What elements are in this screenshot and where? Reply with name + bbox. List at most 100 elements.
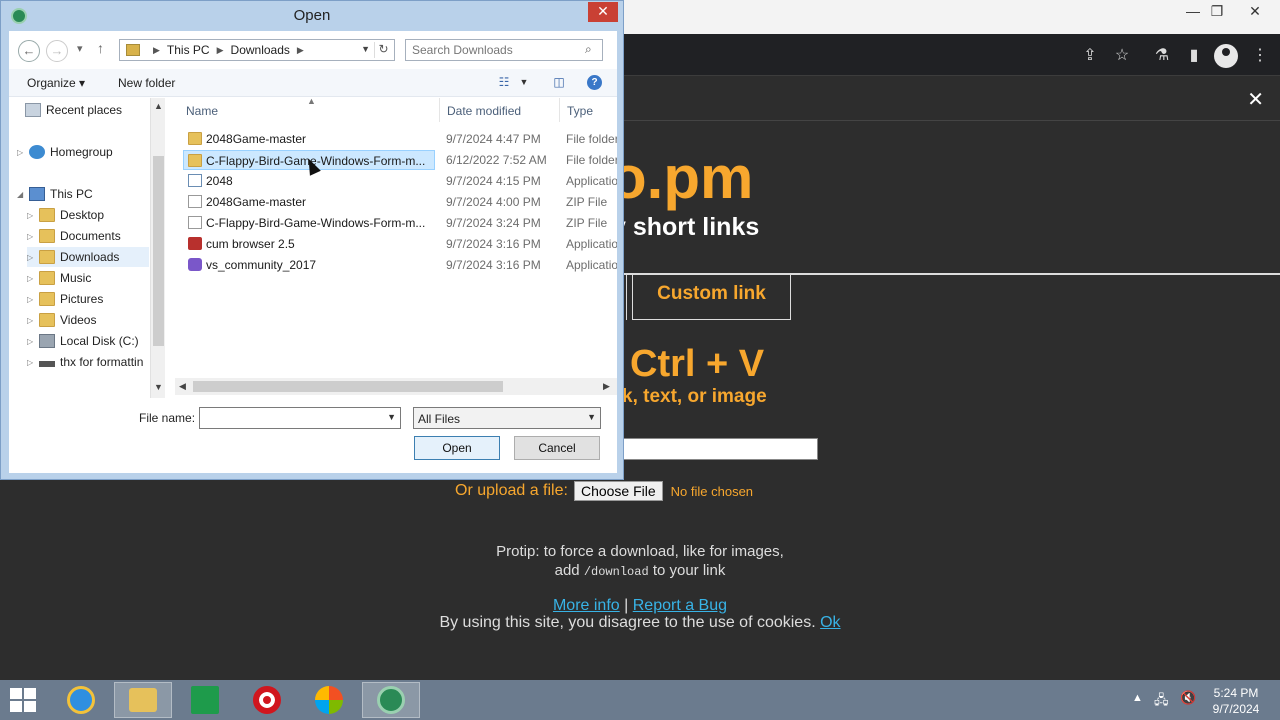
report-bug-link[interactable]: Report a Bug	[633, 597, 727, 614]
file-date: 9/7/2024 4:00 PM	[446, 195, 541, 209]
internet-explorer-icon[interactable]	[52, 682, 110, 718]
nav-item-pictures[interactable]: ▷ Pictures	[27, 289, 103, 309]
preview-pane-icon[interactable]: ◫	[550, 75, 568, 91]
nav-scrollbar[interactable]: ▲ ▼	[150, 98, 165, 398]
help-icon[interactable]: ?	[587, 75, 602, 90]
close-button[interactable]: ✕	[1238, 0, 1272, 24]
nav-item-desktop[interactable]: ▷ Desktop	[27, 205, 104, 225]
column-divider[interactable]	[559, 98, 560, 122]
chevron-down-icon[interactable]: ▼	[361, 44, 370, 54]
nav-item-local-disk[interactable]: ▷ Local Disk (C:)	[27, 331, 139, 351]
nav-item-videos[interactable]: ▷ Videos	[27, 310, 96, 330]
share-icon[interactable]: ⇪	[1078, 44, 1102, 68]
open-button[interactable]: Open	[414, 436, 500, 460]
windows-start-icon[interactable]	[10, 688, 38, 714]
windows-live-icon[interactable]	[300, 682, 358, 718]
chevron-right-icon: ▶	[216, 44, 224, 55]
dialog-close-button[interactable]: ✕	[588, 2, 618, 22]
system-clock[interactable]: 5:24 PM 9/7/2024	[1206, 685, 1266, 717]
cancel-button[interactable]: Cancel	[514, 436, 600, 460]
column-divider[interactable]	[439, 98, 440, 122]
expand-arrow-icon[interactable]: ▷	[17, 148, 29, 157]
breadcrumb-this-pc[interactable]: This PC	[167, 43, 210, 57]
nav-item-music[interactable]: ▷ Music	[27, 268, 91, 288]
opera-icon[interactable]	[238, 682, 296, 718]
app-globe-icon[interactable]	[362, 682, 420, 718]
file-name-input[interactable]: ▼	[199, 407, 401, 429]
recent-locations-icon[interactable]: ▾	[77, 42, 83, 55]
column-header-name[interactable]: Name	[186, 104, 218, 118]
expand-arrow-icon[interactable]: ▷	[27, 316, 39, 325]
nav-item-homegroup[interactable]: ▷ Homegroup	[17, 142, 113, 162]
nav-item-this-pc[interactable]: ◢ This PC	[17, 184, 93, 204]
file-row[interactable]: 2048 9/7/2024 4:15 PM Applicatio	[184, 171, 617, 191]
scroll-down-icon[interactable]: ▼	[154, 382, 163, 392]
file-row[interactable]: 2048Game-master 9/7/2024 4:00 PM ZIP Fil…	[184, 192, 617, 212]
expand-arrow-icon[interactable]: ▷	[27, 274, 39, 283]
scroll-up-icon[interactable]: ▲	[154, 101, 163, 111]
nav-item-downloads[interactable]: ▷ Downloads	[27, 247, 149, 267]
nav-item-usb-drive[interactable]: ▷ thx for formattin	[27, 352, 143, 372]
cookie-ok-link[interactable]: Ok	[820, 614, 840, 631]
labs-flask-icon[interactable]: ⚗	[1150, 44, 1174, 68]
expand-arrow-icon[interactable]: ▷	[27, 211, 39, 220]
file-row[interactable]: 2048Game-master 9/7/2024 4:47 PM File fo…	[184, 129, 617, 149]
sidepanel-icon[interactable]: ▮	[1182, 44, 1206, 68]
file-explorer-icon[interactable]	[114, 682, 172, 718]
chevron-down-icon[interactable]: ▼	[387, 412, 396, 422]
expand-arrow-icon[interactable]: ▷	[27, 232, 39, 241]
file-row[interactable]: vs_community_2017 9/7/2024 3:16 PM Appli…	[184, 255, 617, 275]
tray-chevron-up-icon[interactable]: ▲	[1132, 692, 1143, 704]
disk-icon	[39, 334, 55, 348]
new-folder-button[interactable]: New folder	[118, 76, 175, 90]
infobar-close-icon[interactable]: ✕	[1247, 87, 1264, 112]
choose-file-button[interactable]: Choose File	[573, 481, 663, 501]
view-options-icon[interactable]: ☷	[495, 75, 513, 91]
more-info-link[interactable]: More info	[553, 597, 620, 614]
expand-arrow-icon[interactable]: ▷	[27, 358, 39, 367]
file-list-scrollbar[interactable]: ◀ ▶	[175, 378, 617, 395]
bookmark-star-icon[interactable]: ☆	[1110, 44, 1134, 68]
address-bar[interactable]: ▶ This PC ▶ Downloads ▶ ▼ ↻	[119, 39, 395, 61]
back-arrow-icon[interactable]: ←	[18, 40, 40, 62]
file-row[interactable]: cum browser 2.5 9/7/2024 3:16 PM Applica…	[184, 234, 617, 254]
nav-label: Pictures	[60, 292, 104, 306]
file-type: Applicatio	[566, 174, 617, 188]
network-icon[interactable]: 🖧	[1154, 691, 1169, 713]
chevron-down-icon[interactable]: ▼	[515, 77, 533, 93]
scroll-right-icon[interactable]: ▶	[603, 381, 610, 392]
store-icon[interactable]	[176, 682, 234, 718]
restore-button[interactable]: ❐	[1200, 0, 1234, 24]
breadcrumb-downloads[interactable]: Downloads	[231, 43, 290, 57]
scroll-left-icon[interactable]: ◀	[179, 381, 186, 392]
refresh-icon[interactable]: ↻	[374, 42, 392, 58]
forward-arrow-icon[interactable]: →	[46, 40, 68, 62]
search-input[interactable]: Search Downloads	[405, 39, 603, 61]
up-arrow-icon[interactable]: ↑	[97, 40, 104, 56]
expand-arrow-icon[interactable]: ▷	[27, 337, 39, 346]
collapse-arrow-icon[interactable]: ◢	[17, 190, 29, 199]
pc-icon	[29, 187, 45, 201]
scrollbar-thumb[interactable]	[193, 381, 503, 392]
menu-kebab-icon[interactable]: ⋮	[1248, 44, 1272, 68]
expand-arrow-icon[interactable]: ▷	[27, 253, 39, 262]
open-file-dialog: Open ✕ ← → ▾ ↑ ▶ This PC ▶ Downloads ▶ ▼…	[0, 0, 624, 480]
column-header-type[interactable]: Type	[567, 104, 593, 118]
paste-textarea[interactable]	[622, 438, 818, 460]
nav-item-documents[interactable]: ▷ Documents	[27, 226, 121, 246]
zip-file-icon	[188, 216, 202, 229]
profile-avatar-icon[interactable]	[1214, 44, 1238, 68]
volume-muted-icon[interactable]: 🔇	[1180, 690, 1196, 706]
column-header-date[interactable]: Date modified	[447, 104, 521, 118]
tab-custom-link[interactable]: Custom link	[632, 275, 791, 320]
file-name-label: File name:	[139, 411, 196, 425]
file-row[interactable]: C-Flappy-Bird-Game-Windows-Form-m... 9/7…	[184, 213, 617, 233]
search-icon[interactable]: ⌕	[585, 42, 611, 57]
file-type-select[interactable]: All Files ▼	[413, 407, 601, 429]
scrollbar-thumb[interactable]	[153, 156, 164, 346]
organize-button[interactable]: Organize ▾	[27, 76, 85, 90]
nav-item-recent-places[interactable]: Recent places	[25, 100, 122, 120]
cookie-text: By using this site, you disagree to the …	[439, 614, 816, 631]
chevron-down-icon[interactable]: ▼	[587, 412, 596, 422]
expand-arrow-icon[interactable]: ▷	[27, 295, 39, 304]
